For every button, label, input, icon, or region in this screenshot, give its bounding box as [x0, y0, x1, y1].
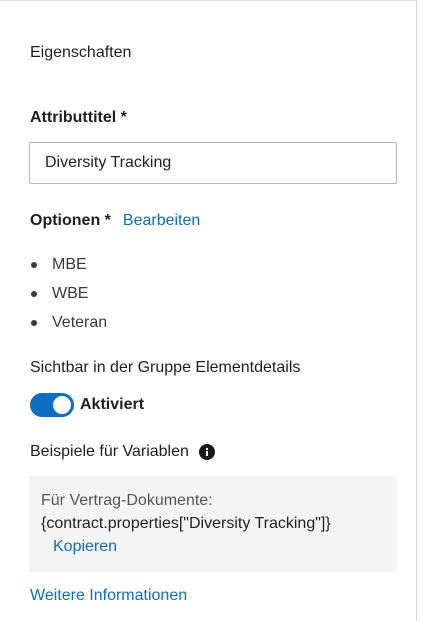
- options-edit-link[interactable]: Bearbeiten: [123, 212, 200, 230]
- options-label: Optionen *: [30, 212, 111, 229]
- bullet-icon: [31, 261, 37, 268]
- option-label: MBE: [52, 255, 87, 273]
- visibility-label: Sichtbar in der Gruppe Elementdetails: [30, 359, 301, 376]
- list-item: MBE: [30, 250, 107, 279]
- section-title: Eigenschaften: [30, 44, 132, 61]
- more-info-link[interactable]: Weitere Informationen: [30, 587, 187, 605]
- option-label: Veteran: [52, 313, 108, 331]
- right-divider: [416, 0, 417, 621]
- example-variable: {contract.properties["Diversity Tracking…: [41, 515, 331, 532]
- toggle-label: Aktiviert: [80, 396, 145, 413]
- bullet-icon: [31, 290, 37, 297]
- list-item: WBE: [30, 279, 107, 308]
- copy-link[interactable]: Kopieren: [41, 535, 117, 559]
- attribute-title-input[interactable]: [29, 142, 397, 184]
- options-header: Optionen * Bearbeiten: [30, 212, 200, 230]
- variables-example-box: Für Vertrag-Dokumente: {contract.propert…: [29, 476, 397, 572]
- variables-heading: Beispiele für Variablen: [30, 443, 189, 460]
- variables-header: Beispiele für Variablen: [30, 443, 215, 461]
- list-item: Veteran: [30, 308, 107, 337]
- properties-panel: Eigenschaften Attributtitel * Optionen *…: [0, 0, 424, 621]
- toggle-knob: [53, 396, 71, 414]
- visibility-toggle-row: Aktiviert: [30, 393, 144, 417]
- option-label: WBE: [52, 284, 89, 302]
- attribute-title-label: Attributtitel *: [30, 109, 127, 126]
- bullet-icon: [31, 319, 37, 326]
- visibility-toggle[interactable]: [30, 393, 74, 417]
- info-icon[interactable]: [198, 444, 215, 460]
- options-list: MBE WBE Veteran: [30, 250, 107, 337]
- example-context: Für Vertrag-Dokumente:: [41, 492, 213, 509]
- top-divider: [0, 0, 416, 1]
